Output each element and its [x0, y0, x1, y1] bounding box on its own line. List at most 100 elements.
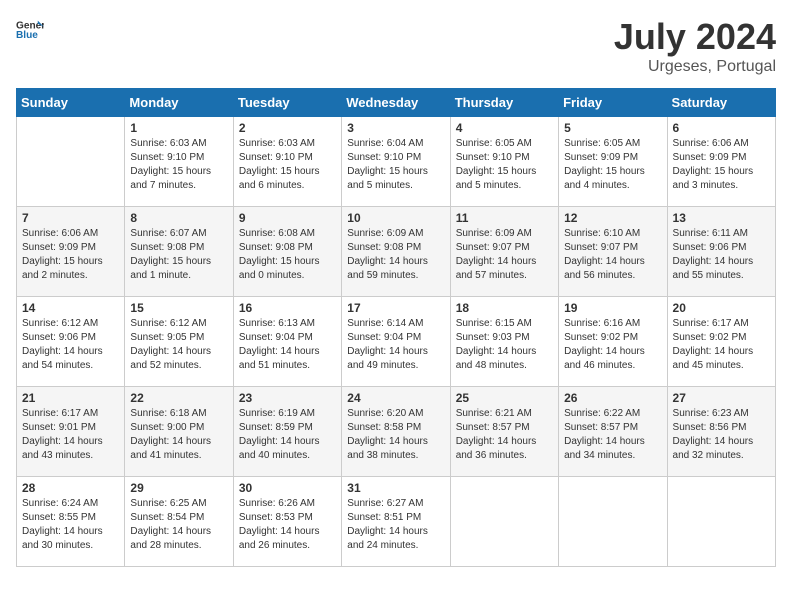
- calendar-cell: 19 Sunrise: 6:16 AM Sunset: 9:02 PM Dayli…: [559, 297, 667, 387]
- day-info: Sunrise: 6:05 AM Sunset: 9:10 PM Dayligh…: [456, 137, 553, 193]
- calendar-cell: 23 Sunrise: 6:19 AM Sunset: 8:59 PM Dayli…: [233, 387, 341, 477]
- calendar-cell: 28Sunrise: 6:24 AM Sunset: 8:55 PM Dayli…: [17, 477, 125, 567]
- day-info: Sunrise: 6:13 AM Sunset: 9:04 PM Dayligh…: [239, 317, 336, 373]
- day-number: 7: [22, 211, 119, 225]
- day-info: Sunrise: 6:26 AM Sunset: 8:53 PM Dayligh…: [239, 497, 336, 553]
- calendar-cell: [667, 477, 775, 567]
- calendar-cell: 20 Sunrise: 6:17 AM Sunset: 9:02 PM Dayli…: [667, 297, 775, 387]
- day-info: Sunrise: 6:15 AM Sunset: 9:03 PM Dayligh…: [456, 317, 553, 373]
- calendar-cell: 10 Sunrise: 6:09 AM Sunset: 9:08 PM Dayli…: [342, 207, 450, 297]
- calendar-header-row: SundayMondayTuesdayWednesdayThursdayFrid…: [17, 89, 776, 117]
- day-number: 14: [22, 301, 119, 315]
- day-number: 13: [673, 211, 770, 225]
- day-info: Sunrise: 6:16 AM Sunset: 9:02 PM Dayligh…: [564, 317, 661, 373]
- day-info: Sunrise: 6:03 AM Sunset: 9:10 PM Dayligh…: [239, 137, 336, 193]
- day-number: 23: [239, 391, 336, 405]
- day-number: 29: [130, 481, 227, 495]
- day-number: 19: [564, 301, 661, 315]
- calendar-cell: 17Sunrise: 6:14 AM Sunset: 9:04 PM Dayli…: [342, 297, 450, 387]
- calendar-cell: 1 Sunrise: 6:03 AM Sunset: 9:10 PM Daylig…: [125, 117, 233, 207]
- page-header: General Blue July 2024 Urgeses, Portugal: [16, 16, 776, 76]
- day-number: 11: [456, 211, 553, 225]
- day-info: Sunrise: 6:08 AM Sunset: 9:08 PM Dayligh…: [239, 227, 336, 283]
- calendar-cell: 6Sunrise: 6:06 AM Sunset: 9:09 PM Daylig…: [667, 117, 775, 207]
- day-info: Sunrise: 6:03 AM Sunset: 9:10 PM Dayligh…: [130, 137, 227, 193]
- day-number: 10: [347, 211, 444, 225]
- day-number: 24: [347, 391, 444, 405]
- day-info: Sunrise: 6:12 AM Sunset: 9:05 PM Dayligh…: [130, 317, 227, 373]
- calendar-cell: 14 Sunrise: 6:12 AM Sunset: 9:06 PM Dayli…: [17, 297, 125, 387]
- day-info: Sunrise: 6:17 AM Sunset: 9:02 PM Dayligh…: [673, 317, 770, 373]
- calendar-cell: 21 Sunrise: 6:17 AM Sunset: 9:01 PM Dayli…: [17, 387, 125, 477]
- calendar-cell: 11 Sunrise: 6:09 AM Sunset: 9:07 PM Dayli…: [450, 207, 558, 297]
- day-number: 28: [22, 481, 119, 495]
- calendar-cell: [17, 117, 125, 207]
- day-number: 2: [239, 121, 336, 135]
- calendar-cell: 31Sunrise: 6:27 AM Sunset: 8:51 PM Dayli…: [342, 477, 450, 567]
- calendar-cell: 8 Sunrise: 6:07 AM Sunset: 9:08 PM Daylig…: [125, 207, 233, 297]
- day-number: 1: [130, 121, 227, 135]
- calendar-cell: 4 Sunrise: 6:05 AM Sunset: 9:10 PM Daylig…: [450, 117, 558, 207]
- day-info: Sunrise: 6:06 AM Sunset: 9:09 PM Dayligh…: [673, 137, 770, 193]
- svg-text:Blue: Blue: [16, 30, 38, 41]
- day-of-week-header: Thursday: [450, 89, 558, 117]
- day-number: 8: [130, 211, 227, 225]
- calendar-cell: [450, 477, 558, 567]
- day-number: 4: [456, 121, 553, 135]
- day-of-week-header: Wednesday: [342, 89, 450, 117]
- day-info: Sunrise: 6:09 AM Sunset: 9:07 PM Dayligh…: [456, 227, 553, 283]
- day-number: 27: [673, 391, 770, 405]
- calendar-week-row: 1 Sunrise: 6:03 AM Sunset: 9:10 PM Daylig…: [17, 117, 776, 207]
- day-number: 21: [22, 391, 119, 405]
- day-number: 12: [564, 211, 661, 225]
- calendar-cell: 24Sunrise: 6:20 AM Sunset: 8:58 PM Dayli…: [342, 387, 450, 477]
- day-info: Sunrise: 6:11 AM Sunset: 9:06 PM Dayligh…: [673, 227, 770, 283]
- day-info: Sunrise: 6:12 AM Sunset: 9:06 PM Dayligh…: [22, 317, 119, 373]
- calendar-cell: 2 Sunrise: 6:03 AM Sunset: 9:10 PM Daylig…: [233, 117, 341, 207]
- calendar-cell: 5 Sunrise: 6:05 AM Sunset: 9:09 PM Daylig…: [559, 117, 667, 207]
- day-info: Sunrise: 6:18 AM Sunset: 9:00 PM Dayligh…: [130, 407, 227, 463]
- day-info: Sunrise: 6:10 AM Sunset: 9:07 PM Dayligh…: [564, 227, 661, 283]
- calendar-cell: 25 Sunrise: 6:21 AM Sunset: 8:57 PM Dayli…: [450, 387, 558, 477]
- day-number: 30: [239, 481, 336, 495]
- day-number: 25: [456, 391, 553, 405]
- day-of-week-header: Monday: [125, 89, 233, 117]
- calendar-cell: 18 Sunrise: 6:15 AM Sunset: 9:03 PM Dayli…: [450, 297, 558, 387]
- calendar-cell: 29 Sunrise: 6:25 AM Sunset: 8:54 PM Dayli…: [125, 477, 233, 567]
- calendar-cell: 7 Sunrise: 6:06 AM Sunset: 9:09 PM Daylig…: [17, 207, 125, 297]
- calendar-week-row: 28Sunrise: 6:24 AM Sunset: 8:55 PM Dayli…: [17, 477, 776, 567]
- logo-icon: General Blue: [16, 16, 44, 44]
- day-number: 3: [347, 121, 444, 135]
- location: Urgeses, Portugal: [614, 58, 776, 76]
- day-info: Sunrise: 6:23 AM Sunset: 8:56 PM Dayligh…: [673, 407, 770, 463]
- day-info: Sunrise: 6:17 AM Sunset: 9:01 PM Dayligh…: [22, 407, 119, 463]
- day-info: Sunrise: 6:19 AM Sunset: 8:59 PM Dayligh…: [239, 407, 336, 463]
- calendar-cell: 16Sunrise: 6:13 AM Sunset: 9:04 PM Dayli…: [233, 297, 341, 387]
- day-info: Sunrise: 6:09 AM Sunset: 9:08 PM Dayligh…: [347, 227, 444, 283]
- logo: General Blue: [16, 16, 44, 44]
- month-year: July 2024: [614, 16, 776, 58]
- day-info: Sunrise: 6:22 AM Sunset: 8:57 PM Dayligh…: [564, 407, 661, 463]
- day-info: Sunrise: 6:06 AM Sunset: 9:09 PM Dayligh…: [22, 227, 119, 283]
- day-of-week-header: Tuesday: [233, 89, 341, 117]
- day-info: Sunrise: 6:07 AM Sunset: 9:08 PM Dayligh…: [130, 227, 227, 283]
- calendar-cell: 13 Sunrise: 6:11 AM Sunset: 9:06 PM Dayli…: [667, 207, 775, 297]
- calendar-cell: [559, 477, 667, 567]
- day-number: 15: [130, 301, 227, 315]
- day-number: 17: [347, 301, 444, 315]
- calendar-week-row: 21 Sunrise: 6:17 AM Sunset: 9:01 PM Dayli…: [17, 387, 776, 477]
- calendar-cell: 27 Sunrise: 6:23 AM Sunset: 8:56 PM Dayli…: [667, 387, 775, 477]
- calendar-cell: 12 Sunrise: 6:10 AM Sunset: 9:07 PM Dayli…: [559, 207, 667, 297]
- calendar-table: SundayMondayTuesdayWednesdayThursdayFrid…: [16, 88, 776, 567]
- calendar-cell: 9Sunrise: 6:08 AM Sunset: 9:08 PM Daylig…: [233, 207, 341, 297]
- day-of-week-header: Sunday: [17, 89, 125, 117]
- day-number: 20: [673, 301, 770, 315]
- day-info: Sunrise: 6:21 AM Sunset: 8:57 PM Dayligh…: [456, 407, 553, 463]
- calendar-cell: 26Sunrise: 6:22 AM Sunset: 8:57 PM Dayli…: [559, 387, 667, 477]
- day-number: 18: [456, 301, 553, 315]
- day-number: 31: [347, 481, 444, 495]
- day-number: 5: [564, 121, 661, 135]
- day-info: Sunrise: 6:25 AM Sunset: 8:54 PM Dayligh…: [130, 497, 227, 553]
- calendar-cell: 22Sunrise: 6:18 AM Sunset: 9:00 PM Dayli…: [125, 387, 233, 477]
- day-info: Sunrise: 6:05 AM Sunset: 9:09 PM Dayligh…: [564, 137, 661, 193]
